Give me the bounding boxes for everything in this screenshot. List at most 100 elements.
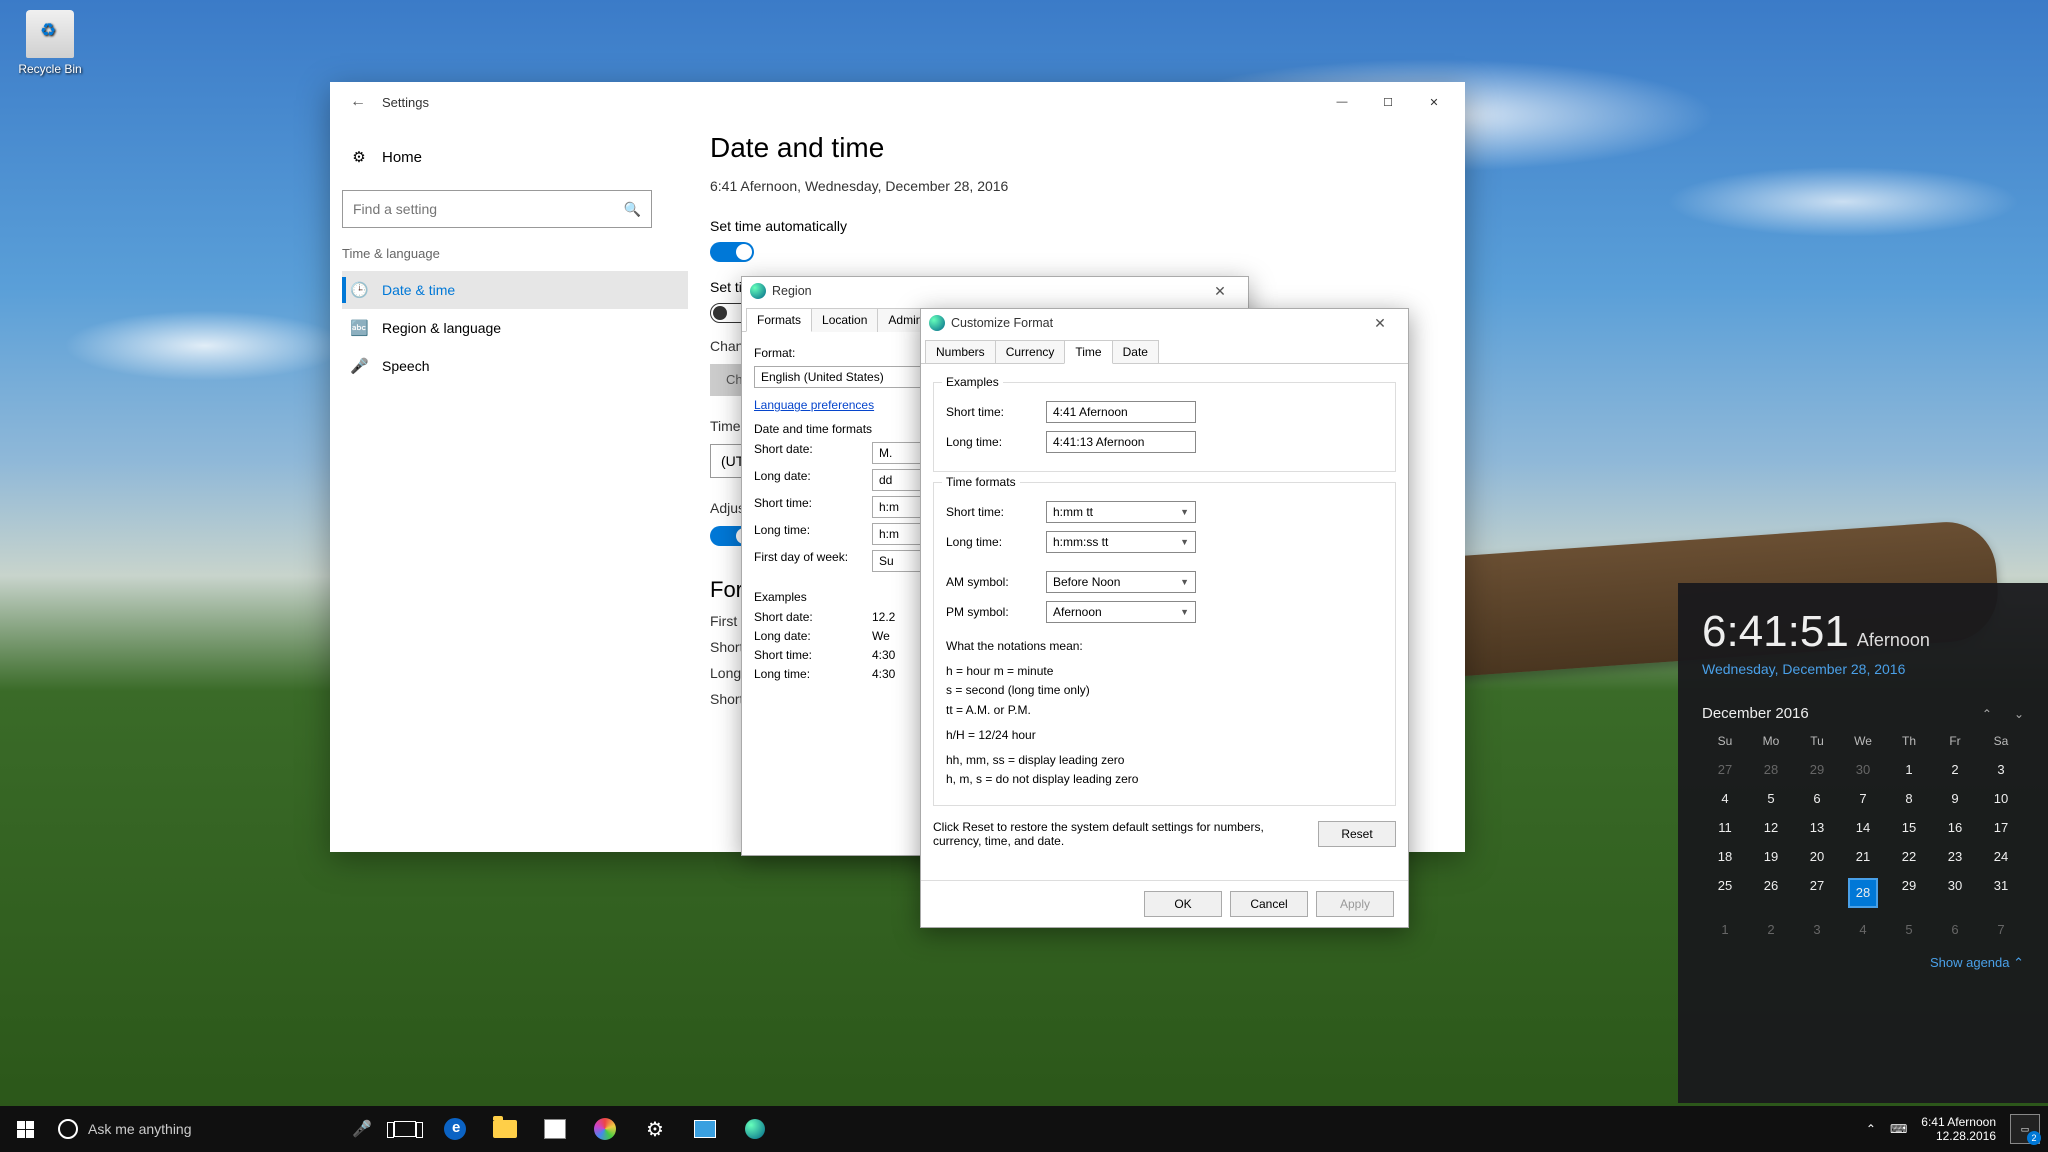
- calendar-day[interactable]: 7: [1978, 922, 2024, 937]
- calendar-day[interactable]: 24: [1978, 849, 2024, 864]
- calendar-day[interactable]: 2: [1932, 762, 1978, 777]
- calendar-day[interactable]: 18: [1702, 849, 1748, 864]
- calendar-day[interactable]: 9: [1932, 791, 1978, 806]
- sidebar-home[interactable]: ⚙ Home: [342, 138, 688, 176]
- tray-overflow-button[interactable]: ⌃: [1866, 1122, 1876, 1136]
- customize-close-button[interactable]: ✕: [1360, 315, 1400, 332]
- sidebar-item-region-language[interactable]: 🔤 Region & language: [342, 309, 688, 347]
- recycle-bin-desktop-icon[interactable]: Recycle Bin: [10, 10, 90, 76]
- maximize-button[interactable]: ☐: [1365, 86, 1411, 118]
- calendar-day[interactable]: 14: [1840, 820, 1886, 835]
- tab-location[interactable]: Location: [811, 308, 878, 332]
- ex-short-date-label: Short date:: [754, 610, 872, 624]
- taskbar-app-store[interactable]: [530, 1106, 580, 1152]
- calendar-day[interactable]: 15: [1886, 820, 1932, 835]
- tab-formats[interactable]: Formats: [746, 308, 812, 332]
- short-time-format-combo[interactable]: h:mm tt▼: [1046, 501, 1196, 523]
- back-button[interactable]: ←: [338, 93, 378, 111]
- cancel-button[interactable]: Cancel: [1230, 891, 1308, 917]
- gear-icon: ⚙: [646, 1117, 664, 1142]
- calendar-next-button[interactable]: ⌄: [2014, 707, 2024, 721]
- calendar-dow: Sa: [1978, 734, 2024, 748]
- taskbar-app-taskmgr[interactable]: [680, 1106, 730, 1152]
- calendar-day[interactable]: 16: [1932, 820, 1978, 835]
- calendar-day[interactable]: 3: [1794, 922, 1840, 937]
- calendar-day[interactable]: 28: [1848, 878, 1878, 908]
- calendar-day[interactable]: 21: [1840, 849, 1886, 864]
- calendar-prev-button[interactable]: ⌃: [1982, 707, 1992, 721]
- pm-symbol-combo[interactable]: Afernoon▼: [1046, 601, 1196, 623]
- calendar-day[interactable]: 22: [1886, 849, 1932, 864]
- calendar-day[interactable]: 28: [1748, 762, 1794, 777]
- calendar-day[interactable]: 19: [1748, 849, 1794, 864]
- calendar-day[interactable]: 4: [1702, 791, 1748, 806]
- taskbar-app-paint[interactable]: [580, 1106, 630, 1152]
- microphone-icon[interactable]: 🎤: [352, 1119, 372, 1139]
- sidebar-item-date-time[interactable]: 🕒 Date & time: [342, 271, 688, 309]
- calendar-day[interactable]: 20: [1794, 849, 1840, 864]
- calendar-day[interactable]: 29: [1886, 878, 1932, 908]
- taskbar-app-edge[interactable]: [430, 1106, 480, 1152]
- calendar-day[interactable]: 26: [1748, 878, 1794, 908]
- calendar-day[interactable]: 8: [1886, 791, 1932, 806]
- tray-clock[interactable]: 6:41 Afernoon 12.28.2016: [1921, 1115, 1996, 1144]
- ok-button[interactable]: OK: [1144, 891, 1222, 917]
- action-center-button[interactable]: ▭ 2: [2010, 1114, 2040, 1144]
- tab-currency[interactable]: Currency: [995, 340, 1066, 364]
- am-symbol-combo[interactable]: Before Noon▼: [1046, 571, 1196, 593]
- long-time-format-combo[interactable]: h:mm:ss tt▼: [1046, 531, 1196, 553]
- sidebar-item-speech[interactable]: 🎤 Speech: [342, 347, 688, 385]
- calendar-day[interactable]: 4: [1840, 922, 1886, 937]
- calendar-day[interactable]: 6: [1794, 791, 1840, 806]
- apply-button[interactable]: Apply: [1316, 891, 1394, 917]
- calendar-day[interactable]: 3: [1978, 762, 2024, 777]
- ex-long-time-value: 4:41:13 Afernoon: [1046, 431, 1196, 453]
- calendar-day[interactable]: 29: [1794, 762, 1840, 777]
- customize-titlebar[interactable]: Customize Format ✕: [921, 309, 1408, 337]
- taskbar-app-explorer[interactable]: [480, 1106, 530, 1152]
- calendar-day[interactable]: 12: [1748, 820, 1794, 835]
- calendar-day[interactable]: 1: [1886, 762, 1932, 777]
- start-button[interactable]: [0, 1106, 50, 1152]
- search-input[interactable]: [353, 201, 624, 217]
- calendar-day[interactable]: 1: [1702, 922, 1748, 937]
- calendar-day[interactable]: 31: [1978, 878, 2024, 908]
- settings-search[interactable]: 🔍: [342, 190, 652, 228]
- taskbar-search[interactable]: Ask me anything 🎤: [50, 1106, 380, 1152]
- calendar-day[interactable]: 13: [1794, 820, 1840, 835]
- taskbar-app-region[interactable]: [730, 1106, 780, 1152]
- calendar-day[interactable]: 27: [1702, 762, 1748, 777]
- tray-keyboard-icon[interactable]: ⌨: [1890, 1122, 1907, 1136]
- flyout-date[interactable]: Wednesday, December 28, 2016: [1702, 661, 2024, 677]
- settings-titlebar[interactable]: ← Settings — ☐ ✕: [330, 82, 1465, 122]
- pm-symbol-label: PM symbol:: [946, 605, 1046, 619]
- calendar-day[interactable]: 5: [1886, 922, 1932, 937]
- calendar-day[interactable]: 30: [1932, 878, 1978, 908]
- calendar-day[interactable]: 7: [1840, 791, 1886, 806]
- calendar-day[interactable]: 30: [1840, 762, 1886, 777]
- calendar-day[interactable]: 10: [1978, 791, 2024, 806]
- language-preferences-link[interactable]: Language preferences: [754, 398, 874, 412]
- region-close-button[interactable]: ✕: [1200, 283, 1240, 300]
- calendar-day[interactable]: 2: [1748, 922, 1794, 937]
- calendar-day[interactable]: 11: [1702, 820, 1748, 835]
- set-time-auto-toggle[interactable]: [710, 242, 754, 262]
- close-button[interactable]: ✕: [1411, 86, 1457, 118]
- calendar-day[interactable]: 17: [1978, 820, 2024, 835]
- tab-numbers[interactable]: Numbers: [925, 340, 996, 364]
- region-titlebar[interactable]: Region ✕: [742, 277, 1248, 305]
- calendar-day[interactable]: 5: [1748, 791, 1794, 806]
- edge-icon: [444, 1118, 466, 1140]
- minimize-button[interactable]: —: [1319, 86, 1365, 118]
- reset-button[interactable]: Reset: [1318, 821, 1396, 847]
- calendar-day[interactable]: 25: [1702, 878, 1748, 908]
- calendar-day[interactable]: 23: [1932, 849, 1978, 864]
- task-view-button[interactable]: [380, 1106, 430, 1152]
- calendar-day[interactable]: 6: [1932, 922, 1978, 937]
- show-agenda-link[interactable]: Show agenda ⌃: [1702, 955, 2024, 971]
- calendar-month[interactable]: December 2016: [1702, 705, 1809, 722]
- tab-date[interactable]: Date: [1112, 340, 1159, 364]
- taskbar-app-settings[interactable]: ⚙: [630, 1106, 680, 1152]
- calendar-day[interactable]: 27: [1794, 878, 1840, 908]
- tab-time[interactable]: Time: [1064, 340, 1112, 364]
